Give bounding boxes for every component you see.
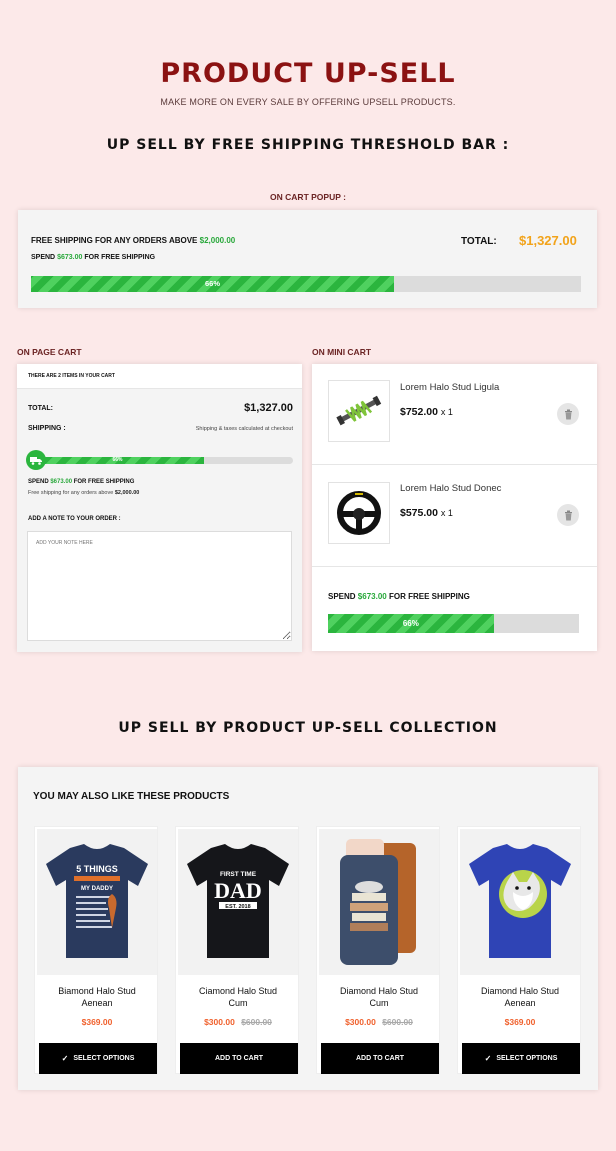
mini-cart-panel: Lorem Halo Stud Ligula $752.00 x 1 Lorem… <box>312 364 597 651</box>
check-icon: ✓ <box>61 1054 69 1063</box>
note-label: ADD A NOTE TO YOUR ORDER : <box>28 516 121 522</box>
add-to-cart-button[interactable]: ADD TO CART <box>321 1043 439 1074</box>
mini-cart-item-name[interactable]: Lorem Halo Stud Donec <box>400 483 501 494</box>
page-cart-progress-bar: 66% <box>31 457 293 464</box>
product-name[interactable]: Ciamond Halo Stud Cum <box>176 985 300 1009</box>
page-cart-shipping-note: Shipping & taxes calculated at checkout <box>195 426 293 432</box>
svg-text:EST. 2018: EST. 2018 <box>225 904 250 910</box>
select-options-button[interactable]: ✓ SELECT OPTIONS <box>39 1043 157 1074</box>
section-title-threshold: UP SELL BY FREE SHIPPING THRESHOLD BAR : <box>106 137 510 153</box>
svg-text:FIRST TIME: FIRST TIME <box>220 871 257 878</box>
check-icon: ✓ <box>484 1054 492 1063</box>
mini-cart-item: Lorem Halo Stud Ligula $752.00 x 1 <box>312 364 597 465</box>
mini-cart-progress-fill: 66% <box>328 614 494 633</box>
popup-spend-line: SPEND $673.00 FOR FREE SHIPPING <box>31 254 156 261</box>
tshirt-dad-icon[interactable]: FIRST TIME DAD EST. 2018 <box>178 829 298 975</box>
page-cart-threshold-line: Free shipping for any orders above $2,00… <box>28 490 140 496</box>
cart-popup-label: ON CART POPUP : <box>270 192 346 202</box>
add-to-cart-button[interactable]: ADD TO CART <box>180 1043 298 1074</box>
mini-cart-label: ON MINI CART <box>312 347 372 357</box>
page-cart-shipping-label: SHIPPING : <box>28 425 66 432</box>
popup-total-value: $1,327.00 <box>519 233 577 248</box>
mini-cart-item-price: $752.00 x 1 <box>400 406 453 418</box>
popup-progress-fill: 66% <box>31 276 394 292</box>
page-cart-total-label: TOTAL: <box>28 405 54 412</box>
tshirt-5-things-icon[interactable]: 5 THINGS MY DADDY <box>37 829 157 975</box>
trash-icon[interactable] <box>557 504 579 526</box>
select-options-button[interactable]: ✓ SELECT OPTIONS <box>462 1043 580 1074</box>
product-price: $369.00 <box>81 1017 113 1027</box>
page-subtitle: MAKE MORE ON EVERY SALE BY OFFERING UPSE… <box>160 97 456 107</box>
truck-icon <box>26 450 46 470</box>
product-name[interactable]: Diamond Halo Stud Cum <box>317 985 441 1009</box>
mini-cart-item-price: $575.00 x 1 <box>400 507 453 519</box>
steering-wheel-icon[interactable] <box>328 482 390 544</box>
section-title-collection: UP SELL BY PRODUCT UP-SELL COLLECTION <box>118 720 498 736</box>
page-cart-panel: THERE ARE 2 ITEMS IN YOUR CART TOTAL: $1… <box>17 364 302 652</box>
product-card[interactable]: FIRST TIME DAD EST. 2018 Ciamond Halo St… <box>175 826 299 1074</box>
product-name[interactable]: Diamond Halo Stud Aenean <box>458 985 582 1009</box>
product-name[interactable]: Biamond Halo Stud Aenean <box>35 985 159 1009</box>
tshirt-husky-icon[interactable] <box>460 829 580 975</box>
collection-title: YOU MAY ALSO LIKE THESE PRODUCTS <box>33 791 230 802</box>
popup-progress-bar: 66% <box>31 276 581 292</box>
page-cart-label: ON PAGE CART <box>17 347 82 357</box>
order-note-textarea[interactable] <box>27 531 292 641</box>
phone-sleeve-icon[interactable] <box>319 829 439 975</box>
cart-items-count: THERE ARE 2 ITEMS IN YOUR CART <box>28 373 115 379</box>
svg-text:5 THINGS: 5 THINGS <box>76 864 118 874</box>
page-cart-progress-fill: 66% <box>31 457 204 464</box>
mini-cart-item: Lorem Halo Stud Donec $575.00 x 1 <box>312 465 597 567</box>
popup-threshold-line: FREE SHIPPING FOR ANY ORDERS ABOVE $2,00… <box>31 236 236 245</box>
mini-cart-spend-line: SPEND $673.00 FOR FREE SHIPPING <box>328 592 470 601</box>
page-cart-spend-line: SPEND $673.00 FOR FREE SHIPPING <box>28 479 135 485</box>
product-card[interactable]: Diamond Halo Stud Aenean $369.00 ✓ SELEC… <box>457 826 581 1074</box>
svg-text:MY DADDY: MY DADDY <box>81 886 113 892</box>
product-card[interactable]: Diamond Halo Stud Cum $300.00 $600.00 AD… <box>316 826 440 1074</box>
cart-popup-panel: FREE SHIPPING FOR ANY ORDERS ABOVE $2,00… <box>18 210 597 308</box>
mini-cart-item-name[interactable]: Lorem Halo Stud Ligula <box>400 382 499 393</box>
svg-text:DAD: DAD <box>214 878 262 903</box>
coilover-icon[interactable] <box>328 380 390 442</box>
popup-total-label: TOTAL: <box>461 236 497 247</box>
product-price: $369.00 <box>504 1017 536 1027</box>
product-price: $300.00 $600.00 <box>345 1017 413 1027</box>
page-title: PRODUCT UP-SELL <box>160 58 456 89</box>
page-cart-total-value: $1,327.00 <box>244 402 293 414</box>
product-card[interactable]: 5 THINGS MY DADDY Biamond Halo Stud Aene… <box>34 826 158 1074</box>
trash-icon[interactable] <box>557 403 579 425</box>
product-price: $300.00 $600.00 <box>204 1017 272 1027</box>
mini-cart-progress-bar: 66% <box>328 614 579 633</box>
